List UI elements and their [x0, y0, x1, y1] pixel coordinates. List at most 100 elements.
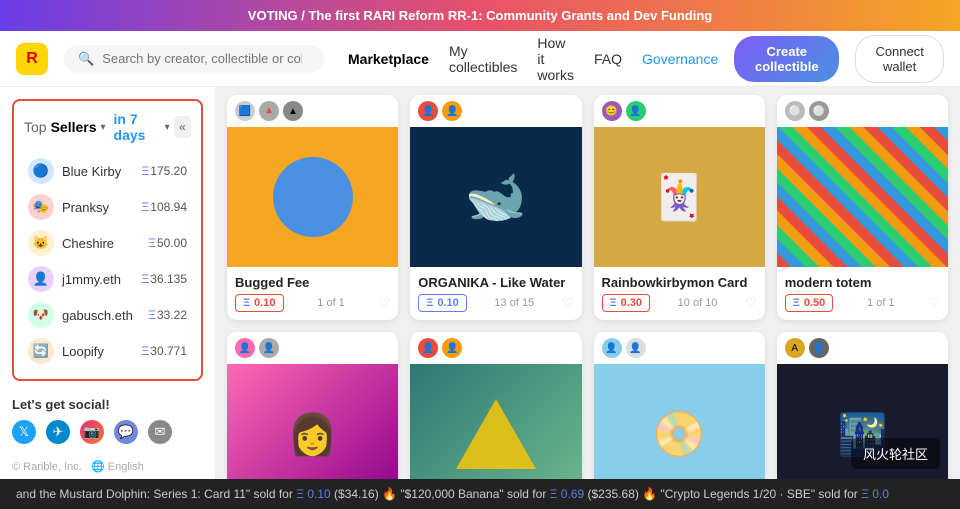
seller-name-1: Blue Kirby — [62, 164, 133, 179]
nft-image-8: 🌃 — [777, 364, 948, 479]
nav-faq[interactable]: FAQ — [594, 51, 622, 67]
seller-price-2: Ξ108.94 — [141, 200, 187, 214]
nft-grid-row1: 🟦 🔺 ▲ Bugged Fee Ξ0.10 1 of 1 ♡ — [227, 95, 948, 320]
nav-marketplace[interactable]: Marketplace — [348, 51, 429, 67]
nft-info-2: ORGANIKA - Like Water Ξ0.10 13 of 15 ♡ — [410, 267, 581, 320]
nft-card-modern-totem: ⚪ ⚪ modern totem Ξ0.50 1 of 1 ♡ — [777, 95, 948, 320]
seller-item[interactable]: 👤 j1mmy.eth Ξ36.135 — [24, 261, 191, 297]
nav-links: Marketplace My collectibles How it works… — [348, 35, 718, 83]
period-dropdown-icon[interactable]: ▾ — [165, 122, 170, 133]
nft-price-2[interactable]: Ξ0.10 — [418, 294, 467, 312]
sellers-dropdown-icon[interactable]: ▾ — [101, 122, 106, 133]
sidebar-footer: © Rarible, Inc. 🌐 English — [12, 460, 203, 473]
top-label: Top — [24, 119, 47, 135]
seller-price-1: Ξ175.20 — [141, 164, 187, 178]
seller-name-3: Cheshire — [62, 236, 140, 251]
nft-card-header: 👤 👤 — [410, 332, 581, 364]
mini-avatar: 👤 — [602, 338, 622, 358]
nft-footer-3: Ξ0.30 10 of 10 ♡ — [602, 294, 757, 312]
seller-price-5: Ξ33.22 — [148, 308, 187, 322]
seller-name-4: j1mmy.eth — [62, 272, 133, 287]
nft-image-7: 📀 — [594, 364, 765, 479]
nav-my-collectibles[interactable]: My collectibles — [449, 43, 517, 75]
discord-icon[interactable]: 💬 — [114, 420, 138, 444]
mini-avatar: 👤 — [418, 338, 438, 358]
nav-how-it-works[interactable]: How it works — [537, 35, 574, 83]
collapse-button[interactable]: « — [174, 116, 191, 138]
nft-price-1[interactable]: Ξ0.10 — [235, 294, 284, 312]
content-area: 🟦 🔺 ▲ Bugged Fee Ξ0.10 1 of 1 ♡ — [215, 87, 960, 479]
nft-card-8: A 👤 🌃 Dark Scene Ξ0.40 1 of 1 ♡ — [777, 332, 948, 479]
nft-card-organika: 👤 👤 🐋 ORGANIKA - Like Water Ξ0.10 13 of … — [410, 95, 581, 320]
heart-icon-1[interactable]: ♡ — [379, 295, 391, 311]
seller-avatar-5: 🐶 — [28, 302, 54, 328]
nft-title-2: ORGANIKA - Like Water — [418, 275, 573, 290]
nft-card-header: A 👤 — [777, 332, 948, 364]
seller-avatar-4: 👤 — [28, 266, 54, 292]
nft-footer-2: Ξ0.10 13 of 15 ♡ — [418, 294, 573, 312]
search-bar[interactable]: 🔍 — [64, 45, 324, 73]
connect-wallet-button[interactable]: Connect wallet — [855, 35, 944, 83]
mini-avatar: 👤 — [626, 338, 646, 358]
footer-lang[interactable]: 🌐 English — [91, 461, 144, 473]
nft-price-3[interactable]: Ξ0.30 — [602, 294, 651, 312]
nft-image-3: 🃏 — [594, 127, 765, 267]
nft-info-1: Bugged Fee Ξ0.10 1 of 1 ♡ — [227, 267, 398, 320]
nft-card-header: 🟦 🔺 ▲ — [227, 95, 398, 127]
seller-item[interactable]: 🔵 Blue Kirby Ξ175.20 — [24, 153, 191, 189]
instagram-icon[interactable]: 📷 — [80, 420, 104, 444]
nft-image-5: 👩 — [227, 364, 398, 479]
mini-avatar: 👤 — [442, 338, 462, 358]
nft-image-4 — [777, 127, 948, 267]
fire-icon-2: 🔥 — [642, 487, 657, 501]
mini-avatar: 🔺 — [259, 101, 279, 121]
seller-item[interactable]: 🎭 Pranksy Ξ108.94 — [24, 189, 191, 225]
sidebar: Top Sellers ▾ in 7 days ▾ « 🔵 Blue Kirby… — [0, 87, 215, 479]
mini-avatar: ⚪ — [785, 101, 805, 121]
nft-price-4[interactable]: Ξ0.50 — [785, 294, 834, 312]
nft-card-header: 😊 👤 — [594, 95, 765, 127]
seller-price-6: Ξ30.771 — [141, 344, 187, 358]
mini-avatar: 😊 — [602, 101, 622, 121]
header: R 🔍 Marketplace My collectibles How it w… — [0, 31, 960, 87]
mini-avatar: ⚪ — [809, 101, 829, 121]
top-sellers-box: Top Sellers ▾ in 7 days ▾ « 🔵 Blue Kirby… — [12, 99, 203, 381]
mini-avatar: A — [785, 338, 805, 358]
nft-title-3: Rainbowkirbymon Card — [602, 275, 757, 290]
mini-avatar: 👤 — [626, 101, 646, 121]
nft-card-header: 👤 👤 — [594, 332, 765, 364]
seller-price-4: Ξ36.135 — [141, 272, 187, 286]
social-label: Let's get social! — [12, 397, 203, 412]
search-input[interactable] — [102, 51, 302, 66]
nft-image-1 — [227, 127, 398, 267]
seller-name-6: Loopify — [62, 344, 133, 359]
heart-icon-4[interactable]: ♡ — [928, 295, 940, 311]
seller-avatar-3: 😺 — [28, 230, 54, 256]
eth-price-1: Ξ 0.10 — [296, 487, 331, 501]
seller-avatar-6: 🔄 — [28, 338, 54, 364]
twitter-icon[interactable]: 𝕏 — [12, 420, 36, 444]
email-icon[interactable]: ✉ — [148, 420, 172, 444]
search-icon: 🔍 — [78, 51, 94, 67]
seller-item[interactable]: 🔄 Loopify Ξ30.771 — [24, 333, 191, 369]
social-section: Let's get social! 𝕏 ✈ 📷 💬 ✉ — [12, 397, 203, 444]
social-icons: 𝕏 ✈ 📷 💬 ✉ — [12, 420, 203, 444]
eth-price-3: Ξ 0.0 — [861, 487, 889, 501]
heart-icon-3[interactable]: ♡ — [745, 295, 757, 311]
seller-item[interactable]: 😺 Cheshire Ξ50.00 — [24, 225, 191, 261]
mini-avatar: 🟦 — [235, 101, 255, 121]
sellers-label: Sellers — [51, 119, 97, 135]
nav-governance[interactable]: Governance — [642, 51, 718, 67]
heart-icon-2[interactable]: ♡ — [562, 295, 574, 311]
mini-avatar: ▲ — [283, 101, 303, 121]
seller-item[interactable]: 🐶 gabusch.eth Ξ33.22 — [24, 297, 191, 333]
create-collectible-button[interactable]: Create collectible — [734, 36, 839, 82]
nft-footer-4: Ξ0.50 1 of 1 ♡ — [785, 294, 940, 312]
fire-icon-1: 🔥 — [382, 487, 397, 501]
top-sellers-header: Top Sellers ▾ in 7 days ▾ « — [24, 111, 191, 143]
telegram-icon[interactable]: ✈ — [46, 420, 70, 444]
nft-image-6 — [410, 364, 581, 479]
logo[interactable]: R — [16, 43, 48, 75]
footer-copyright: © Rarible, Inc. — [12, 461, 82, 473]
seller-name-5: gabusch.eth — [62, 308, 140, 323]
